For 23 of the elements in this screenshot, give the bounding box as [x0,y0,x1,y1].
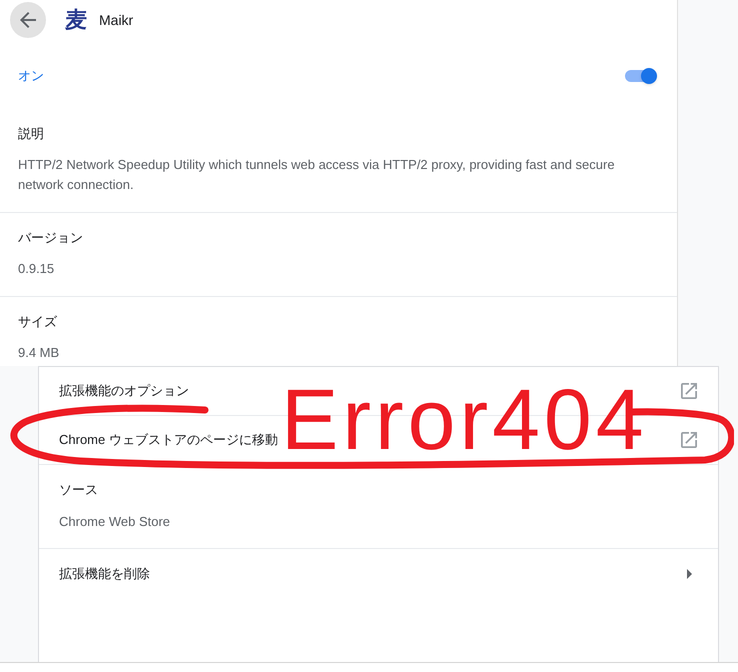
external-link-icon [681,432,697,448]
external-link-button[interactable] [681,432,697,448]
back-button[interactable] [10,2,46,38]
annotation-text: Error404 [281,377,648,463]
detail-label: サイズ [18,313,58,331]
remove-row[interactable]: 拡張機能を削除 [39,548,718,599]
detail-label: バージョン [18,229,84,247]
detail-value: 0.9.15 [18,260,56,278]
detail-value: 9.4 MB [18,344,60,362]
detail-label: ソース [59,481,99,499]
detail-label: 説明 [18,125,45,143]
status-label: オン [18,67,44,86]
detail-value: HTTP/2 Network Speedup Utility which tunnels web access via HTTP/2 proxy, providing fast and secure network connection. [18,156,616,194]
back-arrow-icon [20,12,36,28]
extension-name: Maikr [99,10,134,30]
external-link-icon [681,383,697,399]
link-text[interactable]: Chrome ウェブストアのページに移動 [59,430,278,450]
extension-logo: 麦 [65,9,87,31]
link-text[interactable]: 拡張機能のオプション [59,381,189,401]
caret-right-icon [686,569,692,579]
toggle-switch[interactable] [625,68,657,84]
detail-value: Chrome Web Store [59,513,172,531]
external-link-button[interactable] [681,383,697,399]
